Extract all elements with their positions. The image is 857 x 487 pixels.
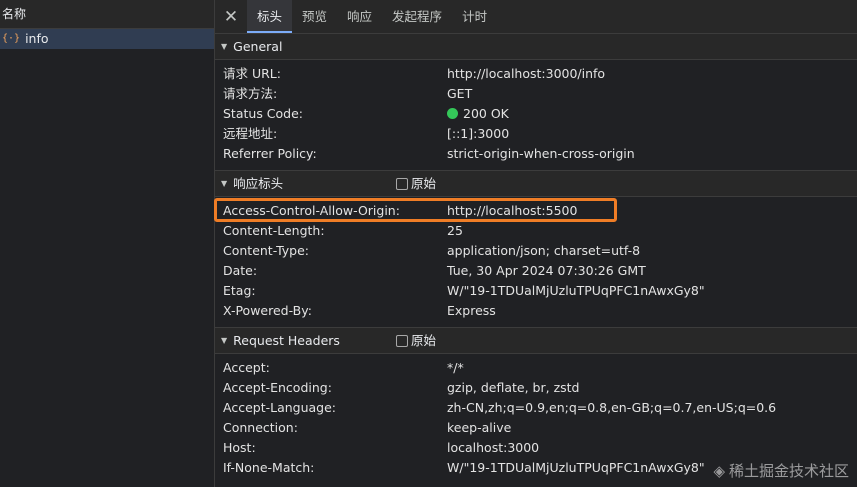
header-row: Status Code: 200 OK	[215, 104, 857, 124]
request-list: 名称 {·} info	[0, 0, 215, 487]
xhr-icon: {·}	[2, 33, 21, 44]
header-row: Content-Length: 25	[215, 221, 857, 241]
header-key: 请求 URL:	[223, 66, 281, 81]
raw-label: 原始	[411, 333, 437, 348]
triangle-down-icon: ▼	[221, 42, 228, 51]
header-key: If-None-Match:	[223, 460, 315, 475]
header-key: Referrer Policy:	[223, 146, 317, 161]
watermark: ◈ 稀土掘金技术社区	[713, 460, 849, 481]
header-key: Accept:	[223, 360, 270, 375]
header-key: X-Powered-By:	[223, 303, 312, 318]
header-key: Access-Control-Allow-Origin:	[223, 203, 400, 218]
header-value-status: 200 OK	[447, 104, 509, 124]
juejin-logo-icon: ◈	[713, 461, 725, 480]
header-value: W/"19-1TDUalMjUzluTPUqPFC1nAwxGy8"	[447, 283, 705, 298]
header-value: GET	[447, 86, 473, 101]
request-item-info[interactable]: {·} info	[0, 29, 214, 49]
header-value: keep-alive	[447, 420, 512, 435]
header-row: Access-Control-Allow-Origin: http://loca…	[215, 201, 857, 221]
header-key: Accept-Language:	[223, 400, 337, 415]
header-key: Date:	[223, 263, 258, 278]
general-rows: 请求 URL: http://localhost:3000/info 请求方法:…	[215, 60, 857, 170]
header-row: 请求 URL: http://localhost:3000/info	[215, 64, 857, 84]
header-row: Accept: */*	[215, 358, 857, 378]
header-value: [::1]:3000	[447, 126, 510, 141]
detail-tabs: ✕ 标头 预览 响应 发起程序 计时	[215, 0, 857, 34]
watermark-text: 稀土掘金技术社区	[728, 462, 849, 480]
triangle-down-icon: ▼	[221, 179, 228, 188]
header-row: Etag: W/"19-1TDUalMjUzluTPUqPFC1nAwxGy8"	[215, 281, 857, 301]
header-value: Express	[447, 303, 496, 318]
header-value: strict-origin-when-cross-origin	[447, 146, 635, 161]
section-general-header[interactable]: ▼ General	[215, 34, 857, 60]
header-key: Content-Type:	[223, 243, 309, 258]
header-row: Content-Type: application/json; charset=…	[215, 241, 857, 261]
header-value: Tue, 30 Apr 2024 07:30:26 GMT	[447, 263, 646, 278]
header-key: Connection:	[223, 420, 298, 435]
header-row: Accept-Language: zh-CN,zh;q=0.9,en;q=0.8…	[215, 398, 857, 418]
raw-toggle[interactable]: 原始	[396, 328, 436, 353]
section-response-headers-header[interactable]: ▼ 响应标头 原始	[215, 170, 857, 197]
header-row: Referrer Policy: strict-origin-when-cros…	[215, 144, 857, 164]
devtools-network-panel: 名称 {·} info ✕ 标头 预览 响应 发起程序 计时 ▼ General…	[0, 0, 857, 487]
header-value: localhost:3000	[447, 440, 540, 455]
header-value: http://localhost:3000/info	[447, 66, 606, 81]
raw-checkbox[interactable]	[396, 334, 408, 347]
tab-response[interactable]: 响应	[337, 0, 382, 33]
header-value: zh-CN,zh;q=0.9,en;q=0.8,en-GB;q=0.7,en-U…	[447, 400, 777, 415]
section-request-headers-header[interactable]: ▼ Request Headers 原始	[215, 327, 857, 354]
header-row: Host: localhost:3000	[215, 438, 857, 458]
header-key: 远程地址:	[223, 126, 278, 141]
status-text: 200 OK	[463, 106, 509, 121]
status-ok-icon	[447, 108, 458, 119]
header-key: Host:	[223, 440, 256, 455]
header-row: Date: Tue, 30 Apr 2024 07:30:26 GMT	[215, 261, 857, 281]
header-key: Etag:	[223, 283, 256, 298]
close-icon[interactable]: ✕	[215, 0, 247, 33]
header-row: Connection: keep-alive	[215, 418, 857, 438]
triangle-down-icon: ▼	[221, 336, 228, 345]
tab-timing[interactable]: 计时	[452, 0, 497, 33]
response-header-rows: Access-Control-Allow-Origin: http://loca…	[215, 197, 857, 327]
header-row: 远程地址: [::1]:3000	[215, 124, 857, 144]
tab-initiator[interactable]: 发起程序	[382, 0, 452, 33]
header-value: W/"19-1TDUalMjUzluTPUqPFC1nAwxGy8"	[447, 460, 705, 475]
header-key: Accept-Encoding:	[223, 380, 332, 395]
section-title: Request Headers	[233, 333, 340, 348]
header-value: http://localhost:5500	[447, 203, 578, 218]
header-value: application/json; charset=utf-8	[447, 243, 641, 258]
request-details: ✕ 标头 预览 响应 发起程序 计时 ▼ General 请求 URL: htt…	[215, 0, 857, 487]
request-item-label: info	[25, 31, 49, 46]
header-key: 请求方法:	[223, 86, 278, 101]
header-row: X-Powered-By: Express	[215, 301, 857, 321]
section-title: 响应标头	[233, 176, 284, 191]
header-value: gzip, deflate, br, zstd	[447, 380, 580, 395]
header-key: Content-Length:	[223, 223, 325, 238]
raw-checkbox[interactable]	[396, 177, 408, 190]
header-value: 25	[447, 223, 463, 238]
request-list-header: 名称	[0, 0, 214, 29]
raw-label: 原始	[411, 176, 437, 191]
header-row: 请求方法: GET	[215, 84, 857, 104]
header-row: Accept-Encoding: gzip, deflate, br, zstd	[215, 378, 857, 398]
tab-headers[interactable]: 标头	[247, 0, 293, 33]
header-key: Status Code:	[223, 106, 304, 121]
section-title: General	[233, 39, 283, 54]
header-value: */*	[447, 360, 464, 375]
tab-preview[interactable]: 预览	[292, 0, 337, 33]
raw-toggle[interactable]: 原始	[396, 171, 436, 196]
